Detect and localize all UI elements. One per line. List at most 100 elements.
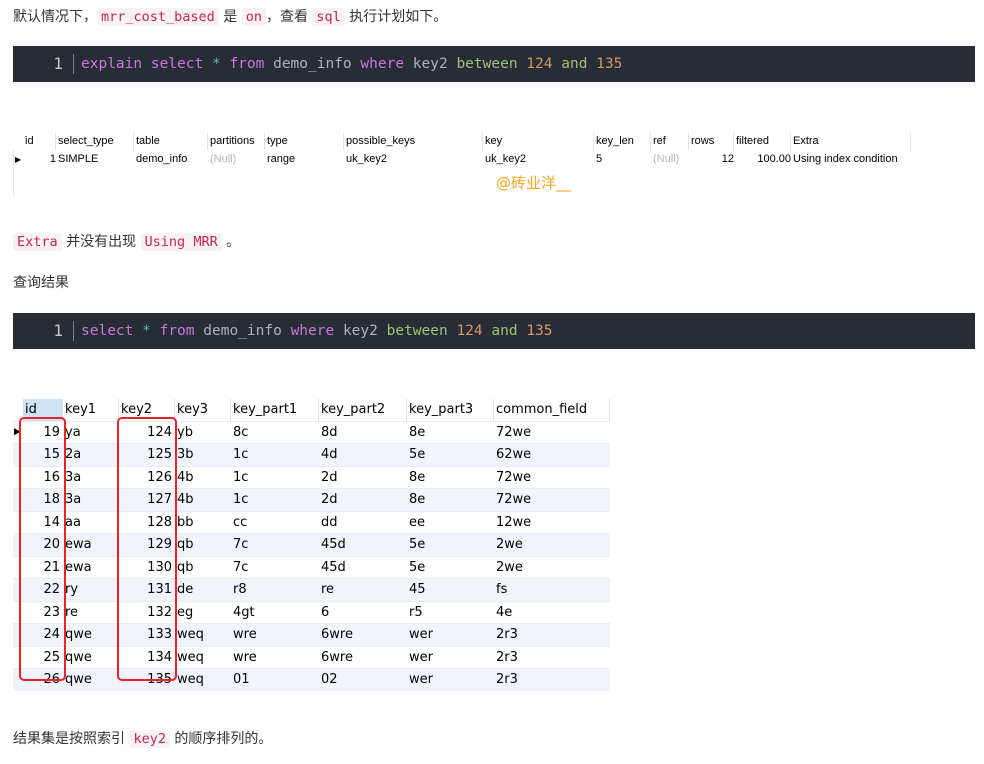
cell-common-field[interactable]: 62we <box>494 444 610 466</box>
cell-key-part3[interactable]: 45 <box>407 579 494 601</box>
table-row[interactable]: ▶ 19 ya 124 yb 8c 8d 8e 72we <box>13 420 610 444</box>
cell-key1[interactable]: qwe <box>63 624 119 646</box>
cell-key-part2[interactable]: 4d <box>319 444 407 466</box>
cell-key-part2[interactable]: 2d <box>319 489 407 511</box>
cell-common-field[interactable]: fs <box>494 579 610 601</box>
col-header-possible-keys[interactable]: possible_keys <box>344 133 483 150</box>
col-header-key3[interactable]: key3 <box>175 399 231 421</box>
cell-common-field[interactable]: 72we <box>494 422 610 444</box>
table-row[interactable]: 15 2a 125 3b 1c 4d 5e 62we <box>13 443 610 466</box>
table-row[interactable]: 26 qwe 135 weq 01 02 wer 2r3 <box>13 668 610 691</box>
table-row[interactable]: 14 aa 128 bb cc dd ee 12we <box>13 510 610 534</box>
table-row[interactable]: 24 qwe 133 weq wre 6wre wer 2r3 <box>13 623 610 646</box>
cell-key3[interactable]: qb <box>175 557 231 579</box>
table-row[interactable]: 21 ewa 130 qb 7c 45d 5e 2we <box>13 555 610 579</box>
cell-key-part1[interactable]: 1c <box>231 444 319 466</box>
table-row[interactable]: 22 ry 131 de r8 re 45 fs <box>13 578 610 601</box>
cell-key1[interactable]: qwe <box>63 647 119 669</box>
cell-key-part1[interactable]: 7c <box>231 557 319 579</box>
cell-key-part1[interactable]: 1c <box>231 467 319 489</box>
cell-key-part3[interactable]: wer <box>407 624 494 646</box>
cell-common-field[interactable]: 2we <box>494 534 610 556</box>
code-block-select[interactable]: 1 select * from demo_info where key2 bet… <box>13 313 975 349</box>
cell-key-part1[interactable]: 8c <box>231 422 319 444</box>
cell-key1[interactable]: 2a <box>63 444 119 466</box>
cell-key3[interactable]: 3b <box>175 444 231 466</box>
cell-key3[interactable]: 4b <box>175 489 231 511</box>
cell-key3[interactable]: de <box>175 579 231 601</box>
col-header-key-part1[interactable]: key_part1 <box>231 399 319 421</box>
col-header-partitions[interactable]: partitions <box>208 133 265 150</box>
cell-key-part2[interactable]: 45d <box>319 557 407 579</box>
cell-common-field[interactable]: 4e <box>494 602 610 624</box>
cell-partitions[interactable]: (Null) <box>208 151 267 168</box>
cell-key-part2[interactable]: dd <box>319 512 407 534</box>
cell-key3[interactable]: weq <box>175 647 231 669</box>
cell-key-part3[interactable]: ee <box>407 512 494 534</box>
table-row[interactable]: 18 3a 127 4b 1c 2d 8e 72we <box>13 488 610 511</box>
cell-key3[interactable]: eg <box>175 602 231 624</box>
cell-key-part3[interactable]: 5e <box>407 444 494 466</box>
col-header-ref[interactable]: ref <box>651 133 689 150</box>
cell-key-part1[interactable]: 7c <box>231 534 319 556</box>
col-header-select-type[interactable]: select_type <box>56 133 134 150</box>
cell-extra[interactable]: Using index condition <box>791 151 923 168</box>
cell-key[interactable]: uk_key2 <box>483 151 596 168</box>
cell-key1[interactable]: ya <box>63 422 119 444</box>
cell-key-part2[interactable]: 02 <box>319 669 407 691</box>
cell-key1[interactable]: aa <box>63 512 119 534</box>
cell-possible-keys[interactable]: uk_key2 <box>344 151 485 168</box>
cell-key-part3[interactable]: 5e <box>407 557 494 579</box>
cell-id[interactable]: 1 <box>23 151 59 168</box>
cell-key-part1[interactable]: cc <box>231 512 319 534</box>
cell-common-field[interactable]: 2we <box>494 557 610 579</box>
cell-key3[interactable]: yb <box>175 422 231 444</box>
cell-key1[interactable]: ewa <box>63 534 119 556</box>
col-header-extra[interactable]: Extra <box>791 133 911 150</box>
cell-common-field[interactable]: 2r3 <box>494 624 610 646</box>
cell-key3[interactable]: weq <box>175 624 231 646</box>
cell-common-field[interactable]: 72we <box>494 467 610 489</box>
col-header-key-len[interactable]: key_len <box>594 133 651 150</box>
cell-key-part3[interactable]: wer <box>407 669 494 691</box>
cell-select-type[interactable]: SIMPLE <box>56 151 136 168</box>
cell-key1[interactable]: 3a <box>63 467 119 489</box>
table-row[interactable]: 20 ewa 129 qb 7c 45d 5e 2we <box>13 533 610 556</box>
cell-key3[interactable]: qb <box>175 534 231 556</box>
col-header-key[interactable]: key <box>483 133 594 150</box>
cell-key-part2[interactable]: re <box>319 579 407 601</box>
cell-key-part1[interactable]: 1c <box>231 489 319 511</box>
cell-key-part1[interactable]: wre <box>231 624 319 646</box>
col-header-key1[interactable]: key1 <box>63 399 119 421</box>
cell-key1[interactable]: ewa <box>63 557 119 579</box>
cell-key-part3[interactable]: 8e <box>407 489 494 511</box>
cell-common-field[interactable]: 2r3 <box>494 669 610 691</box>
col-header-key-part2[interactable]: key_part2 <box>319 399 407 421</box>
cell-key1[interactable]: qwe <box>63 669 119 691</box>
cell-type[interactable]: range <box>265 151 346 168</box>
table-row[interactable]: 23 re 132 eg 4gt 6 r5 4e <box>13 600 610 624</box>
col-header-table[interactable]: table <box>134 133 208 150</box>
table-row[interactable]: 25 qwe 134 weq wre 6wre wer 2r3 <box>13 645 610 669</box>
code-block-explain[interactable]: 1 explain select * from demo_info where … <box>13 46 975 82</box>
cell-key-part1[interactable]: r8 <box>231 579 319 601</box>
col-header-id[interactable]: id <box>23 133 56 150</box>
cell-common-field[interactable]: 2r3 <box>494 647 610 669</box>
cell-key-part2[interactable]: 6 <box>319 602 407 624</box>
cell-key1[interactable]: ry <box>63 579 119 601</box>
cell-table[interactable]: demo_info <box>134 151 210 168</box>
table-row[interactable]: 16 3a 126 4b 1c 2d 8e 72we <box>13 465 610 489</box>
cell-common-field[interactable]: 12we <box>494 512 610 534</box>
col-header-filtered[interactable]: filtered <box>734 133 791 150</box>
cell-key-part3[interactable]: 8e <box>407 467 494 489</box>
cell-key-part3[interactable]: 8e <box>407 422 494 444</box>
cell-key-part3[interactable]: wer <box>407 647 494 669</box>
cell-common-field[interactable]: 72we <box>494 489 610 511</box>
cell-filtered[interactable]: 100.00 <box>734 151 794 168</box>
cell-key-part1[interactable]: 4gt <box>231 602 319 624</box>
cell-key-part2[interactable]: 2d <box>319 467 407 489</box>
cell-ref[interactable]: (Null) <box>651 151 691 168</box>
cell-key-part2[interactable]: 6wre <box>319 624 407 646</box>
col-header-rows[interactable]: rows <box>689 133 734 150</box>
col-header-common-field[interactable]: common_field <box>494 399 610 421</box>
